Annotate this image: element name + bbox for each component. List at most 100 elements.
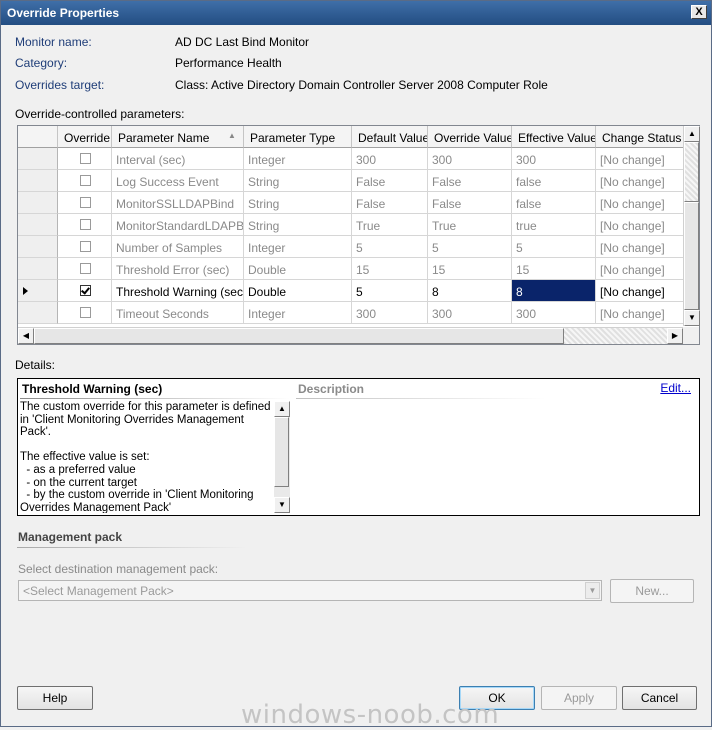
close-icon[interactable]: X <box>691 5 707 19</box>
details-scroll-up-icon[interactable]: ▲ <box>274 401 290 417</box>
management-pack-select[interactable]: <Select Management Pack> ▼ <box>18 580 602 601</box>
override-cell[interactable] <box>58 148 112 170</box>
effective-value-cell[interactable]: true <box>512 214 596 236</box>
effective-value-cell[interactable]: 8 <box>512 280 596 302</box>
column-header-effective-value[interactable]: Effective Value <box>512 126 596 148</box>
row-header[interactable] <box>18 214 58 236</box>
column-header-change-status[interactable]: Change Status <box>596 126 683 148</box>
parameter-type-cell[interactable]: String <box>244 170 352 192</box>
parameter-name-cell[interactable]: Timeout Seconds <box>112 302 244 324</box>
parameter-type-cell[interactable]: String <box>244 192 352 214</box>
current-row-indicator-icon[interactable] <box>18 280 58 302</box>
horizontal-scroll-thumb[interactable] <box>34 328 564 344</box>
default-value-cell[interactable]: 5 <box>352 280 428 302</box>
override-checkbox[interactable] <box>80 219 91 230</box>
change-status-cell[interactable]: [No change] <box>596 148 683 170</box>
scroll-up-icon[interactable]: ▲ <box>684 126 700 142</box>
change-status-cell[interactable]: [No change] <box>596 170 683 192</box>
parameter-name-cell[interactable]: Interval (sec) <box>112 148 244 170</box>
new-management-pack-button[interactable]: New... <box>610 579 694 603</box>
table-row[interactable]: Threshold Warning (sec) Double 5 8 8 [No chan… <box>18 280 683 302</box>
column-header-parameter-type[interactable]: Parameter Type <box>244 126 352 148</box>
table-row[interactable]: Threshold Error (sec) Double 15 15 15 [No cha… <box>18 258 683 280</box>
table-row[interactable]: Interval (sec) Integer 300 300 300 [No change… <box>18 148 683 170</box>
help-button[interactable]: Help <box>17 686 93 710</box>
effective-value-cell[interactable]: 15 <box>512 258 596 280</box>
override-checkbox[interactable] <box>80 175 91 186</box>
override-value-cell[interactable]: 8 <box>428 280 512 302</box>
scroll-track-right[interactable] <box>564 328 667 344</box>
parameter-name-cell[interactable]: Number of Samples <box>112 236 244 258</box>
override-value-cell[interactable]: 15 <box>428 258 512 280</box>
change-status-cell[interactable]: [No change] <box>596 302 683 324</box>
column-header-parameter-name[interactable]: Parameter Name ▲ <box>112 126 244 148</box>
parameter-name-cell[interactable]: MonitorSSLLDAPBind <box>112 192 244 214</box>
override-cell[interactable] <box>58 280 112 302</box>
override-cell[interactable] <box>58 236 112 258</box>
override-cell[interactable] <box>58 192 112 214</box>
parameter-type-cell[interactable]: Integer <box>244 236 352 258</box>
scroll-left-icon[interactable]: ◀ <box>18 328 34 344</box>
override-cell[interactable] <box>58 258 112 280</box>
default-value-cell[interactable]: 5 <box>352 236 428 258</box>
effective-value-cell[interactable]: false <box>512 192 596 214</box>
override-cell[interactable] <box>58 302 112 324</box>
parameter-name-cell[interactable]: Log Success Event <box>112 170 244 192</box>
override-checkbox[interactable] <box>80 153 91 164</box>
row-header[interactable] <box>18 170 58 192</box>
cancel-button[interactable]: Cancel <box>622 686 697 710</box>
override-checkbox[interactable] <box>80 285 91 296</box>
effective-value-cell[interactable]: false <box>512 170 596 192</box>
override-value-cell[interactable]: 300 <box>428 302 512 324</box>
override-checkbox[interactable] <box>80 307 91 318</box>
change-status-cell[interactable]: [No change] <box>596 192 683 214</box>
parameter-type-cell[interactable]: Double <box>244 280 352 302</box>
details-scroll-thumb[interactable] <box>274 417 289 487</box>
default-value-cell[interactable]: True <box>352 214 428 236</box>
scroll-right-icon[interactable]: ▶ <box>667 328 683 344</box>
details-scroll-down-icon[interactable]: ▼ <box>274 497 290 513</box>
change-status-cell[interactable]: [No change] <box>596 236 683 258</box>
default-value-cell[interactable]: 15 <box>352 258 428 280</box>
override-value-cell[interactable]: 5 <box>428 236 512 258</box>
parameter-type-cell[interactable]: Integer <box>244 148 352 170</box>
change-status-cell[interactable]: [No change] <box>596 258 683 280</box>
default-value-cell[interactable]: 300 <box>352 148 428 170</box>
parameter-type-cell[interactable]: Integer <box>244 302 352 324</box>
override-checkbox[interactable] <box>80 241 91 252</box>
effective-value-cell[interactable]: 300 <box>512 302 596 324</box>
row-header[interactable] <box>18 236 58 258</box>
chevron-down-icon[interactable]: ▼ <box>585 582 600 599</box>
override-cell[interactable] <box>58 214 112 236</box>
table-row[interactable]: MonitorSSLLDAPBind String False False false[… <box>18 192 683 214</box>
default-value-cell[interactable]: False <box>352 170 428 192</box>
parameter-type-cell[interactable]: String <box>244 214 352 236</box>
row-header[interactable] <box>18 302 58 324</box>
table-row[interactable]: MonitorStandardLDAPBi... String True True tr… <box>18 214 683 236</box>
table-row[interactable]: Timeout Seconds Integer 300 300 300 [No chang… <box>18 302 683 324</box>
override-value-cell[interactable]: True <box>428 214 512 236</box>
grid-horizontal-scrollbar[interactable]: ◀ ▶ <box>18 327 683 344</box>
effective-value-cell[interactable]: 300 <box>512 148 596 170</box>
row-header[interactable] <box>18 148 58 170</box>
effective-value-cell[interactable]: 5 <box>512 236 596 258</box>
override-value-cell[interactable]: False <box>428 170 512 192</box>
scroll-down-icon[interactable]: ▼ <box>684 310 700 326</box>
override-value-cell[interactable]: 300 <box>428 148 512 170</box>
parameter-name-cell[interactable]: MonitorStandardLDAPBi... <box>112 214 244 236</box>
parameter-name-cell[interactable]: Threshold Warning (sec) <box>112 280 244 302</box>
column-header-override-value[interactable]: Override Value <box>428 126 512 148</box>
column-header-override[interactable]: Override <box>58 126 112 148</box>
details-vertical-scrollbar[interactable]: ▲ ▼ <box>274 401 290 513</box>
override-checkbox[interactable] <box>80 197 91 208</box>
apply-button[interactable]: Apply <box>541 686 617 710</box>
default-value-cell[interactable]: False <box>352 192 428 214</box>
table-row[interactable]: Number of Samples Integer 5 5 5 [No change] <box>18 236 683 258</box>
table-row[interactable]: Log Success Event String False False false [N… <box>18 170 683 192</box>
override-value-cell[interactable]: False <box>428 192 512 214</box>
scroll-track-upper[interactable] <box>684 142 699 202</box>
change-status-cell[interactable]: [No change] <box>596 214 683 236</box>
default-value-cell[interactable]: 300 <box>352 302 428 324</box>
row-header[interactable] <box>18 192 58 214</box>
parameter-name-cell[interactable]: Threshold Error (sec) <box>112 258 244 280</box>
